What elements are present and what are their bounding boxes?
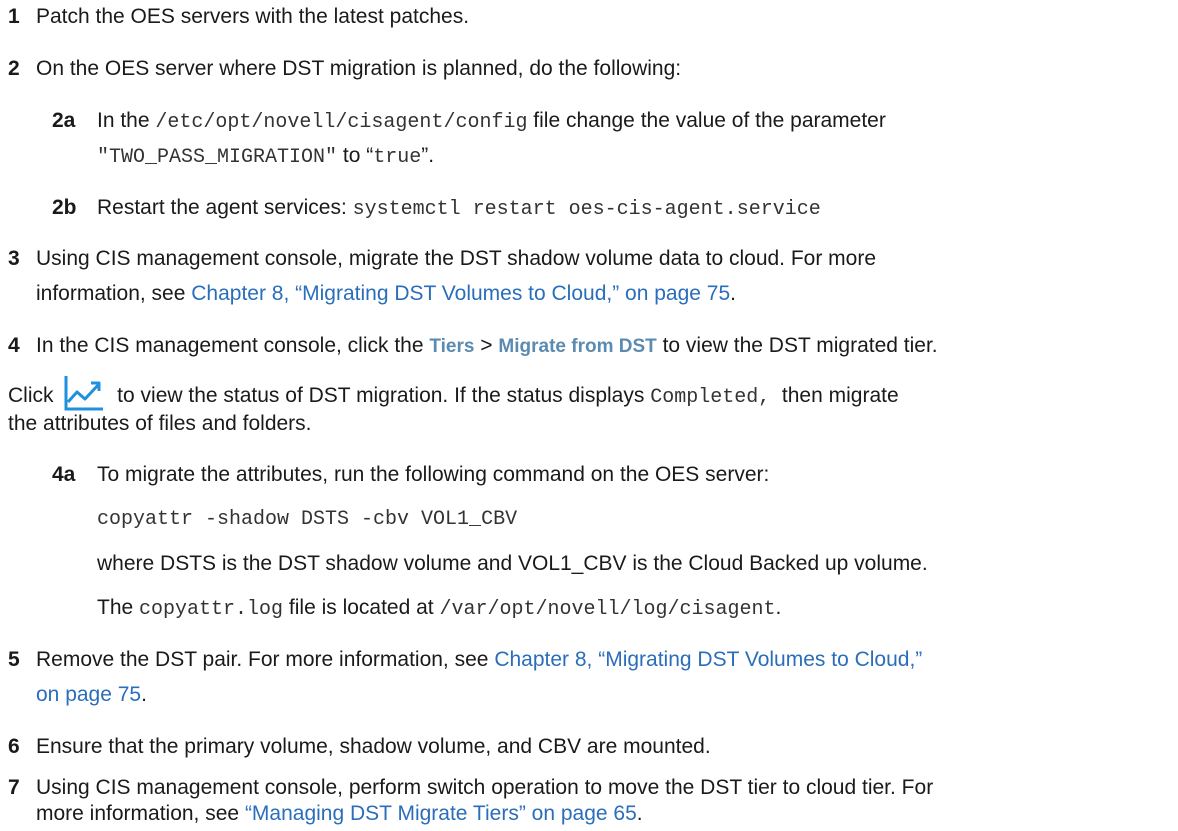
substep-text: In the /etc/opt/novell/cisagent/config f… [97,109,886,134]
step-text: Ensure that the primary volume, shadow v… [36,735,711,758]
chapter-8-link[interactable]: Chapter 8, “Migrating DST Volumes to Clo… [191,282,730,305]
substep-number: 2b [52,196,77,219]
step-text: Patch the OES servers with the latest pa… [36,5,470,28]
step-number: 5 [8,648,20,671]
substep-text: To migrate the attributes, run the follo… [97,463,770,486]
step-text: In the CIS management console, click the… [36,334,938,357]
substep-text: The copyattr.log file is located at /var… [97,596,782,621]
step-number: 6 [8,735,20,758]
substep-text: Restart the agent services: systemctl re… [97,196,821,221]
config-path: /etc/opt/novell/cisagent/config [155,111,528,134]
managing-dst-migrate-tiers-link[interactable]: “Managing DST Migrate Tiers” on page 65 [245,802,637,825]
step-number: 1 [8,5,20,28]
step-text: Using CIS management console, migrate th… [36,247,877,270]
status-value: Completed, [650,386,771,409]
step-number: 4 [8,334,20,357]
log-path: /var/opt/novell/log/cisagent [439,598,776,621]
parameter-name: "TWO_PASS_MIGRATION" [97,146,338,169]
step-text-cont: on page 75. [36,683,147,706]
page-75-link[interactable]: on page 75 [36,683,141,706]
status-paragraph: Click to view the status of DST migratio… [8,374,899,412]
step-number: 7 [8,776,20,799]
step-text: Using CIS management console, perform sw… [36,776,934,799]
step-text: Remove the DST pair. For more informatio… [36,648,923,671]
substep-number: 4a [52,463,76,486]
step-number: 2 [8,57,20,80]
substep-number: 2a [52,109,76,132]
step-text-cont: more information, see “Managing DST Migr… [36,802,643,825]
log-filename: copyattr.log [139,598,284,621]
restart-command: systemctl restart oes-cis-agent.service [352,198,821,221]
substep-text: where DSTS is the DST shadow volume and … [97,552,928,575]
substep-text-cont: "TWO_PASS_MIGRATION" to “true”. [97,144,435,169]
status-paragraph-cont: the attributes of files and folders. [8,412,312,435]
chapter-8-link[interactable]: Chapter 8, “Migrating DST Volumes to Clo… [494,648,922,671]
migrate-from-dst-ui-label: Migrate from DST [498,336,657,357]
tiers-ui-label: Tiers [429,336,475,357]
trend-chart-icon [63,374,105,412]
parameter-value: true [373,146,422,169]
step-number: 3 [8,247,20,270]
step-text-cont: information, see Chapter 8, “Migrating D… [36,282,736,305]
step-text: On the OES server where DST migration is… [36,57,682,80]
copyattr-command: copyattr -shadow DSTS -cbv VOL1_CBV [97,508,518,531]
